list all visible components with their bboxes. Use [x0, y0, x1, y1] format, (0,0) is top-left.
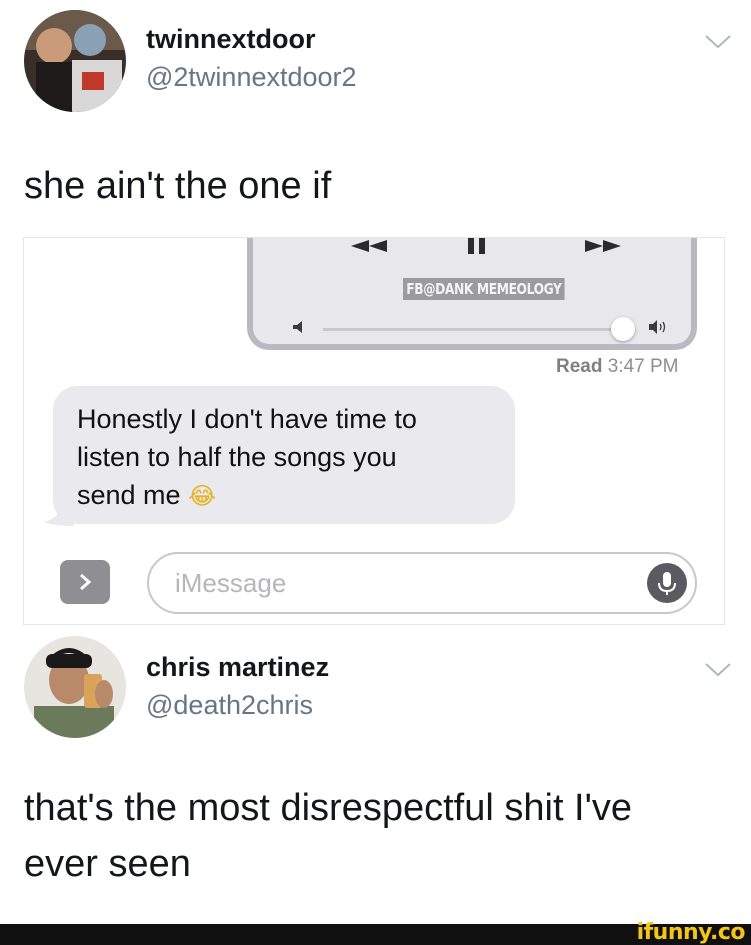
tweet-text: she ain't the one if	[24, 165, 332, 207]
embedded-screenshot: FB@DANK MEMEOLOGY Read 3:47 PM Honestly …	[23, 237, 725, 625]
expand-apps-button[interactable]	[60, 560, 110, 604]
imessage-placeholder: iMessage	[175, 568, 287, 598]
message-line: listen to half the songs you	[77, 442, 397, 472]
microphone-icon	[658, 572, 676, 595]
tweet-text-line: ever seen	[24, 843, 191, 885]
rewind-icon	[351, 240, 387, 252]
watermark: FB@DANK MEMEOLOGY	[403, 278, 565, 300]
volume-slider-knob[interactable]	[611, 317, 635, 341]
tweet-text: that's the most disrespectful shit I've …	[24, 780, 632, 892]
volume-slider-track[interactable]	[323, 328, 623, 331]
volume-high-icon	[649, 320, 666, 334]
ifunny-logo: ifunny.co	[636, 920, 746, 945]
display-name[interactable]: twinnextdoor	[146, 24, 316, 55]
read-label: Read	[556, 356, 603, 377]
imessage-input[interactable]: iMessage	[147, 552, 697, 614]
handle[interactable]: @death2chris	[146, 690, 313, 721]
avatar-twinnextdoor[interactable]	[24, 10, 126, 112]
message-line: Honestly I don't have time to	[77, 404, 417, 434]
pause-icon	[468, 238, 485, 254]
message-line: send me	[77, 480, 181, 510]
handle[interactable]: @2twinnextdoor2	[146, 62, 357, 93]
volume-low-icon	[293, 321, 302, 333]
tweet-text-line: that's the most disrespectful shit I've	[24, 787, 632, 829]
received-message-bubble: Honestly I don't have time to listen to …	[53, 386, 515, 524]
chevron-down-icon[interactable]	[703, 660, 733, 680]
microphone-button[interactable]	[647, 563, 687, 603]
avatar-death2chris[interactable]	[24, 636, 126, 738]
read-time: 3:47 PM	[607, 356, 679, 377]
read-receipt: Read 3:47 PM	[556, 356, 679, 378]
chevron-right-icon	[80, 573, 92, 590]
display-name[interactable]: chris martinez	[146, 652, 329, 683]
ifunny-footer-bar: ifunny.co	[0, 920, 751, 945]
tears-of-joy-emoji-icon: 😂	[188, 482, 217, 510]
music-player-widget: FB@DANK MEMEOLOGY	[247, 238, 697, 350]
chevron-down-icon[interactable]	[703, 32, 733, 52]
fast-forward-icon	[585, 240, 621, 252]
